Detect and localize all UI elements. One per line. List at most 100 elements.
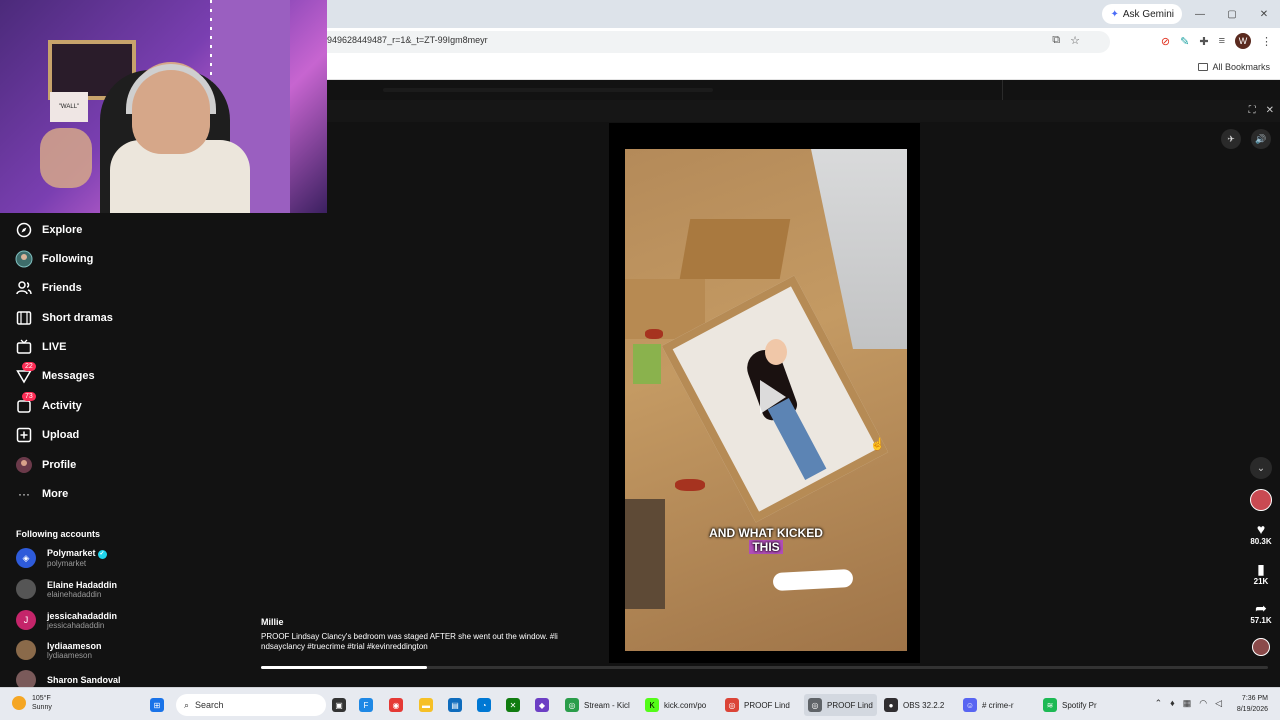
header-search-placeholder[interactable] xyxy=(383,88,713,92)
bookmark-star-icon[interactable]: ☆ xyxy=(1070,34,1080,47)
creator-avatar-button[interactable] xyxy=(1249,489,1273,511)
taskbar-window-2[interactable]: K kick.com/po xyxy=(645,694,706,716)
film-icon xyxy=(14,308,34,328)
fullscreen-icon[interactable]: ⛶ xyxy=(1249,105,1256,116)
sound-avatar xyxy=(1252,638,1270,656)
live-tv-icon xyxy=(14,337,34,357)
extension-red-icon[interactable]: ⊘ xyxy=(1161,35,1170,48)
volume-icon[interactable]: 🔊 xyxy=(1251,129,1271,149)
bookmark-icon: ▮ xyxy=(1257,561,1265,577)
wifi-icon[interactable]: ◠ xyxy=(1199,698,1207,709)
close-viewer-icon[interactable]: ✕ xyxy=(1266,105,1274,116)
tray-app-icon[interactable]: ♦ xyxy=(1170,698,1175,709)
account-jessica[interactable]: J jessicahadaddin jessicahadaddin xyxy=(16,609,117,631)
nav-friends-label: Friends xyxy=(42,282,82,294)
speaker-icon[interactable]: ◁ xyxy=(1215,698,1222,709)
red-stain xyxy=(675,479,705,491)
address-url[interactable]: 949628449487_r=1&_t=ZT-99Igm8meyr xyxy=(327,35,488,45)
taskbar-clock[interactable]: 7:36 PM 8/19/2026 xyxy=(1237,693,1268,715)
nav-activity[interactable]: 73 Activity xyxy=(14,392,82,417)
discord-icon: ☺ xyxy=(963,698,977,712)
compass-icon xyxy=(14,220,34,240)
taskbar-app-1[interactable]: F xyxy=(359,694,373,716)
file-explorer-button[interactable]: ▬ xyxy=(419,694,433,716)
app-icon: ◆ xyxy=(535,698,549,712)
extensions-puzzle-icon[interactable]: ✚ xyxy=(1199,35,1208,48)
account-handle: polymarket xyxy=(47,558,87,568)
taskbar-search[interactable]: ⌕ Search xyxy=(176,694,326,716)
account-name: Sharon Sandoval xyxy=(47,675,121,685)
media-controls-icon[interactable]: ≡ xyxy=(1219,35,1225,47)
extension-teal-icon[interactable]: ✎ xyxy=(1180,35,1189,48)
following-avatar-icon xyxy=(14,249,34,269)
tray-app-icon[interactable]: ▦ xyxy=(1183,698,1192,709)
nav-short-dramas[interactable]: Short dramas xyxy=(14,307,113,329)
taskbar-window-7[interactable]: ≋ Spotify Pr xyxy=(1043,694,1097,716)
nav-profile[interactable]: Profile xyxy=(14,454,76,476)
tray-chevron-icon[interactable]: ⌃ xyxy=(1155,698,1163,709)
spotify-icon: ≋ xyxy=(1043,698,1057,712)
taskbar-window-label: PROOF Lind xyxy=(827,700,873,710)
taskbar-window-6[interactable]: ☺ # crime-r xyxy=(963,694,1014,716)
red-stain xyxy=(645,329,663,339)
weather-condition: Sunny xyxy=(32,704,52,711)
profile-avatar[interactable]: W xyxy=(1235,33,1251,49)
share-button[interactable]: ➦ 57.1K xyxy=(1249,600,1273,625)
minimize-icon[interactable]: — xyxy=(1184,0,1216,28)
cardboard-headboard xyxy=(679,219,791,279)
all-bookmarks-button[interactable]: All Bookmarks xyxy=(1198,62,1270,72)
sound-avatar-button[interactable] xyxy=(1249,638,1273,656)
weather-temp: 105°F xyxy=(32,695,51,702)
like-button[interactable]: ♥ 80.3K xyxy=(1249,521,1273,546)
box-handle-cutout xyxy=(772,568,854,592)
xbox-button[interactable]: ✕ xyxy=(506,694,520,716)
install-app-icon[interactable]: ⧉ xyxy=(1052,34,1060,47)
ask-gemini-button[interactable]: ✦ Ask Gemini xyxy=(1102,4,1182,24)
app-icon: ◔ xyxy=(477,698,491,712)
video-progress-bar[interactable] xyxy=(261,666,1268,669)
next-video-chevron-icon[interactable]: ⌄ xyxy=(1250,457,1272,479)
nav-more[interactable]: ··· More xyxy=(14,483,68,505)
start-button[interactable]: ⊞ xyxy=(150,694,164,716)
taskbar-window-5[interactable]: ● OBS 32.2.2 xyxy=(884,694,944,716)
taskbar-app-3[interactable]: ▤ xyxy=(448,694,462,716)
floating-player-icon[interactable]: ✈ xyxy=(1221,129,1241,149)
browser-menu-icon[interactable]: ⋮ xyxy=(1261,35,1272,48)
task-view-button[interactable]: ▣ xyxy=(332,694,346,716)
nav-live[interactable]: LIVE xyxy=(14,336,66,358)
play-icon[interactable] xyxy=(760,380,786,414)
save-button[interactable]: ▮ 21K xyxy=(1249,561,1273,586)
nav-explore[interactable]: Explore xyxy=(14,219,82,241)
sun-icon xyxy=(12,696,26,710)
video-author[interactable]: Millie xyxy=(261,617,284,627)
taskbar-window-3[interactable]: ◎ PROOF Lind xyxy=(725,694,790,716)
obs-icon: ● xyxy=(884,698,898,712)
creator-avatar xyxy=(1250,489,1272,511)
maximize-icon[interactable]: ▢ xyxy=(1216,0,1248,28)
close-icon[interactable]: ✕ xyxy=(1248,0,1280,28)
taskbar-window-4[interactable]: ◎ PROOF Lind xyxy=(804,694,877,716)
green-rug xyxy=(633,344,661,384)
account-polymarket[interactable]: ◈ Polymarket ✓ polymarket xyxy=(16,547,107,569)
like-count: 80.3K xyxy=(1250,537,1272,546)
weather-widget[interactable]: 105°F Sunny xyxy=(12,694,52,712)
chrome-icon: ◎ xyxy=(725,698,739,712)
nav-activity-label: Activity xyxy=(42,400,82,412)
taskbar-app-5[interactable]: ◆ xyxy=(535,694,549,716)
taskbar-app-2[interactable]: ◉ xyxy=(389,694,403,716)
account-lydia[interactable]: lydiaameson lydiaameson xyxy=(16,639,102,661)
nav-messages[interactable]: 22 Messages xyxy=(14,362,95,387)
heart-icon: ♥ xyxy=(1256,521,1266,537)
nav-upload[interactable]: Upload xyxy=(14,424,79,446)
account-name: Elaine Hadaddin xyxy=(47,579,118,590)
account-handle: lydiaameson xyxy=(47,650,92,660)
taskbar-window-1[interactable]: ◎ Stream - Kicl xyxy=(565,694,630,716)
account-elaine[interactable]: Elaine Hadaddin elainehadaddin xyxy=(16,578,117,600)
nav-following[interactable]: Following xyxy=(14,248,93,270)
jessica-avatar: J xyxy=(16,610,36,630)
nav-friends[interactable]: Friends xyxy=(14,277,82,299)
nav-short-dramas-label: Short dramas xyxy=(42,312,113,324)
video-caption: AND WHAT KICKED THIS xyxy=(625,526,907,554)
activity-icon: 73 xyxy=(14,392,36,416)
taskbar-app-4[interactable]: ◔ xyxy=(477,694,491,716)
